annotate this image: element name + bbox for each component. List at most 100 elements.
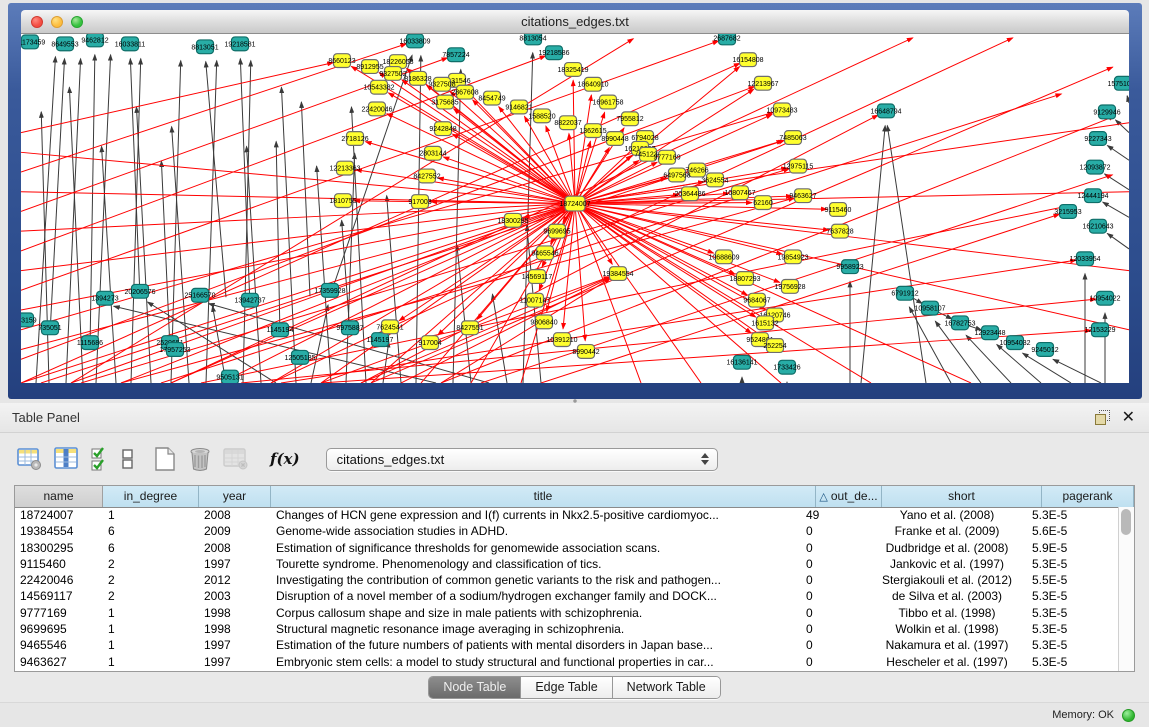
form-view-icon[interactable]: [122, 446, 134, 472]
graph-node-label: 2718126: [341, 136, 368, 143]
table-row[interactable]: 946554611997Estimation of the future num…: [15, 637, 1119, 653]
vertical-scrollbar[interactable]: [1118, 507, 1134, 671]
float-panel-icon[interactable]: [1095, 410, 1110, 425]
table-row[interactable]: 911546021997Tourette syndrome. Phenomeno…: [15, 556, 1119, 572]
sort-ascending-icon: △: [819, 491, 827, 503]
column-header-title[interactable]: title: [271, 486, 816, 507]
graph-node-label: 9505131: [216, 375, 243, 382]
attribute-table: namein_degreeyeartitle△out_de...shortpag…: [14, 485, 1135, 672]
function-builder-icon[interactable]: f(x): [270, 450, 300, 468]
graph-node-label: 1394273: [91, 296, 118, 303]
table-row[interactable]: 2242004622012Investigating the contribut…: [15, 572, 1119, 588]
column-header-year[interactable]: year: [199, 486, 271, 507]
table-row[interactable]: 1938455462009Genome-wide association stu…: [15, 523, 1119, 539]
new-table-icon[interactable]: [153, 446, 177, 472]
graph-node-label: 1810755: [329, 198, 356, 205]
graph-node-label: 9975887: [336, 325, 363, 332]
column-header-pagerank[interactable]: pagerank: [1042, 486, 1134, 507]
graph-node-label: 16648794: [870, 108, 901, 115]
tab-node-table[interactable]: Node Table: [429, 677, 521, 698]
cell-name: 9465546: [15, 637, 103, 653]
graph-edge: [1053, 359, 1101, 383]
graph-node-label: 2803144: [419, 151, 446, 158]
cell-pagerank: 5.3E-5: [1027, 605, 1119, 621]
scrollbar-thumb[interactable]: [1121, 509, 1131, 535]
graph-node-label: 19218581: [224, 41, 255, 48]
graph-node-label: 12975115: [783, 164, 814, 171]
graph-node-label: 2867608: [451, 90, 478, 97]
table-type-tabs: Node TableEdge TableNetwork Table: [428, 676, 720, 699]
cell-year: 2008: [199, 540, 271, 556]
table-selector-dropdown[interactable]: citations_edges.txt: [326, 448, 718, 471]
close-panel-icon[interactable]: ✕: [1122, 410, 1135, 425]
graph-node-label: 1145194: [267, 327, 294, 334]
table-settings-icon[interactable]: [17, 447, 43, 471]
column-header-name[interactable]: name: [15, 486, 103, 507]
graph-node-label: 7637828: [826, 229, 853, 236]
memory-status-label: Memory: OK: [1052, 709, 1114, 721]
graph-node-label: 18807293: [729, 276, 760, 283]
cell-pagerank: 5.3E-5: [1027, 507, 1119, 523]
graph-node-label: 8912955: [356, 64, 383, 71]
cell-in_degree: 2: [103, 572, 199, 588]
table-row[interactable]: 1872400712008Changes of HCN gene express…: [15, 507, 1119, 523]
graph-edge: [346, 153, 355, 383]
cell-out_degree: 0: [801, 572, 867, 588]
cell-out_degree: 0: [801, 556, 867, 572]
show-column-icon[interactable]: [54, 447, 80, 471]
graph-node-label: 1145197: [367, 337, 394, 344]
graph-edge: [575, 204, 735, 275]
graph-node-label: 12213967: [747, 81, 778, 88]
select-columns-icon[interactable]: [91, 446, 111, 472]
cell-in_degree: 2: [103, 588, 199, 604]
delete-row-trash-icon[interactable]: [188, 446, 212, 472]
status-bar: Memory: OK: [0, 702, 1149, 727]
cell-title: Tourette syndrome. Phenomenology and cla…: [271, 556, 801, 572]
table-row[interactable]: 1456911722003Disruption of a novel membe…: [15, 588, 1119, 604]
graph-node-label: 12033954: [1069, 256, 1100, 263]
graph-node-label: 3624554: [701, 177, 728, 184]
graph-node-label: 8427552: [413, 173, 440, 180]
column-header-in_degree[interactable]: in_degree: [103, 486, 199, 507]
graph-node-label: 16154808: [732, 57, 763, 64]
table-row[interactable]: 969969511998Structural magnetic resonanc…: [15, 621, 1119, 637]
column-header-out_degree[interactable]: △out_de...: [816, 486, 882, 507]
cell-name: 22420046: [15, 572, 103, 588]
graph-node-label: 21173459: [21, 39, 45, 46]
cell-in_degree: 1: [103, 507, 199, 523]
cell-name: 9463627: [15, 654, 103, 670]
graph-node-label: 8813051: [191, 44, 218, 51]
table-row[interactable]: 946362711997Embryonic stem cells: a mode…: [15, 654, 1119, 670]
tab-edge-table[interactable]: Edge Table: [521, 677, 612, 698]
cell-pagerank: 5.3E-5: [1027, 588, 1119, 604]
network-canvas[interactable]: 2117345986495539462812160338118813051192…: [21, 34, 1129, 383]
network-window-titlebar[interactable]: citations_edges.txt: [21, 10, 1129, 34]
table-row[interactable]: 977716911998Corpus callosum shape and si…: [15, 605, 1119, 621]
graph-node-label: 9146821: [505, 104, 532, 111]
tab-network-table[interactable]: Network Table: [613, 677, 720, 698]
graph-node-label: 12213363: [329, 166, 360, 173]
graph-node-label: 17957253: [159, 347, 190, 354]
graph-node-label: 11007147: [520, 298, 551, 305]
graph-node-label: 8990442: [572, 349, 599, 356]
graph-node-label: 10973483: [766, 107, 797, 114]
cell-out_degree: 0: [801, 621, 867, 637]
graph-node-label: 8660123: [328, 58, 355, 65]
table-toolbar: f(x) citations_edges.txt: [0, 433, 1149, 485]
delete-table-icon[interactable]: [223, 447, 249, 471]
graph-node-label: 393159: [21, 317, 37, 324]
graph-edge: [575, 95, 591, 204]
graph-node-label: 9777169: [653, 155, 680, 162]
column-header-short[interactable]: short: [882, 486, 1042, 507]
cell-short: Jankovic et al. (1997): [867, 556, 1027, 572]
graph-edge: [1023, 353, 1071, 383]
network-window-title: citations_edges.txt: [21, 14, 1129, 29]
graph-edge: [1107, 233, 1129, 248]
table-row[interactable]: 1830029562008Estimation of significance …: [15, 540, 1119, 556]
graph-edge: [21, 63, 333, 133]
graph-edge: [1116, 120, 1129, 133]
graph-node-label: 9806840: [530, 319, 557, 326]
graph-node-label: 1733426: [773, 365, 800, 372]
graph-node-label: 9958923: [836, 264, 863, 271]
table-header-row: namein_degreeyeartitle△out_de...shortpag…: [15, 486, 1134, 508]
